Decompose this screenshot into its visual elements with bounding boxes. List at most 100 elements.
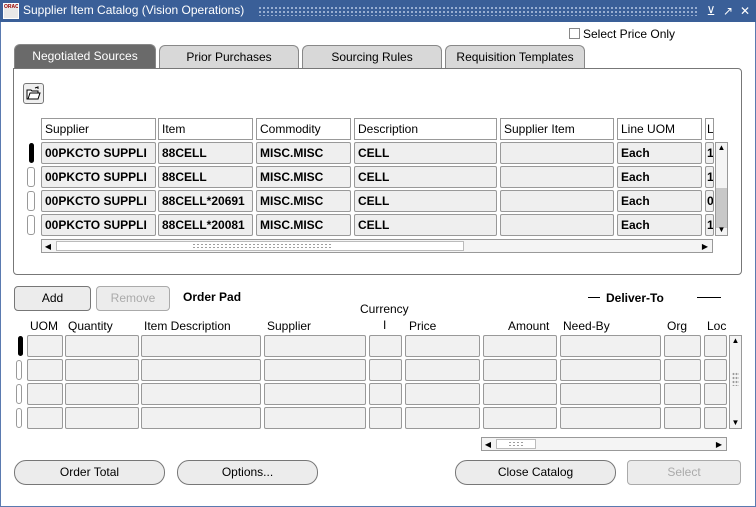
close-catalog-button[interactable]: Close Catalog — [455, 460, 616, 485]
cell-supplier-item[interactable] — [500, 214, 614, 236]
order-cell-currency[interactable] — [369, 335, 402, 357]
order-cell-currency[interactable] — [369, 383, 402, 405]
order-cell-quantity[interactable] — [65, 383, 139, 405]
order-cell-uom[interactable] — [27, 383, 63, 405]
scroll-left-icon[interactable]: ◀ — [483, 440, 493, 449]
order-cell-org[interactable] — [664, 359, 701, 381]
maximize-icon[interactable]: ↗ — [721, 4, 735, 18]
cell-line-uom[interactable]: Each — [617, 190, 702, 212]
sources-horizontal-scrollbar[interactable]: ◀ ▶ — [41, 239, 713, 253]
order-cell-quantity[interactable] — [65, 335, 139, 357]
cell-supplier-item[interactable] — [500, 190, 614, 212]
order-cell-quantity[interactable] — [65, 359, 139, 381]
row-selector[interactable] — [27, 215, 35, 235]
row-selector-current[interactable] — [18, 336, 23, 356]
order-cell-price[interactable] — [405, 359, 480, 381]
order-cell-price[interactable] — [405, 383, 480, 405]
cell-description[interactable]: CELL — [354, 190, 497, 212]
cell-item[interactable]: 88CELL*20081 — [158, 214, 253, 236]
order-cell-org[interactable] — [664, 383, 701, 405]
order-cell-amount[interactable] — [483, 407, 557, 429]
cell-l[interactable]: 1 — [705, 214, 714, 236]
cell-supplier[interactable]: 00PKCTO SUPPLI — [41, 166, 156, 188]
tab-negotiated-sources[interactable]: Negotiated Sources — [14, 44, 156, 68]
cell-line-uom[interactable]: Each — [617, 142, 702, 164]
col-header-commodity[interactable]: Commodity — [256, 118, 351, 140]
order-pad-horizontal-scrollbar[interactable]: ◀ ▶ — [481, 437, 727, 451]
row-selector[interactable] — [16, 408, 22, 428]
order-cell-loc[interactable] — [704, 335, 727, 357]
order-cell-supplier[interactable] — [264, 359, 366, 381]
order-cell-amount[interactable] — [483, 383, 557, 405]
cell-supplier-item[interactable] — [500, 142, 614, 164]
cell-commodity[interactable]: MISC.MISC — [256, 166, 351, 188]
order-cell-price[interactable] — [405, 407, 480, 429]
col-header-item[interactable]: Item — [158, 118, 253, 140]
col-header-supplier[interactable]: Supplier — [41, 118, 156, 140]
order-pad-vertical-scrollbar[interactable]: ▲ ▼ — [729, 335, 742, 429]
cell-supplier[interactable]: 00PKCTO SUPPLI — [41, 214, 156, 236]
col-header-supplier-item[interactable]: Supplier Item — [500, 118, 614, 140]
scroll-thumb[interactable] — [716, 188, 727, 228]
folder-button[interactable] — [23, 83, 44, 104]
order-cell-amount[interactable] — [483, 359, 557, 381]
order-cell-need-by[interactable] — [560, 383, 661, 405]
scroll-left-icon[interactable]: ◀ — [43, 242, 53, 251]
add-button[interactable]: Add — [14, 286, 91, 311]
order-cell-supplier[interactable] — [264, 383, 366, 405]
cell-line-uom[interactable]: Each — [617, 214, 702, 236]
cell-l[interactable]: 1 — [705, 166, 714, 188]
order-cell-currency[interactable] — [369, 359, 402, 381]
order-total-button[interactable]: Order Total — [14, 460, 165, 485]
cell-commodity[interactable]: MISC.MISC — [256, 190, 351, 212]
order-cell-loc[interactable] — [704, 407, 727, 429]
row-selector[interactable] — [27, 191, 35, 211]
order-cell-supplier[interactable] — [264, 335, 366, 357]
row-selector[interactable] — [16, 384, 22, 404]
cell-item[interactable]: 88CELL — [158, 166, 253, 188]
order-cell-need-by[interactable] — [560, 407, 661, 429]
order-cell-price[interactable] — [405, 335, 480, 357]
order-cell-item-description[interactable] — [141, 383, 261, 405]
order-cell-loc[interactable] — [704, 359, 727, 381]
cell-item[interactable]: 88CELL — [158, 142, 253, 164]
scroll-right-icon[interactable]: ▶ — [700, 242, 710, 251]
order-cell-uom[interactable] — [27, 359, 63, 381]
order-cell-loc[interactable] — [704, 383, 727, 405]
cell-supplier[interactable]: 00PKCTO SUPPLI — [41, 142, 156, 164]
col-header-description[interactable]: Description — [354, 118, 497, 140]
order-cell-uom[interactable] — [27, 407, 63, 429]
order-cell-amount[interactable] — [483, 335, 557, 357]
options-button[interactable]: Options... — [177, 460, 318, 485]
order-cell-item-description[interactable] — [141, 335, 261, 357]
select-button[interactable]: Select — [627, 460, 741, 485]
cell-l[interactable]: 0 — [705, 190, 714, 212]
cell-commodity[interactable]: MISC.MISC — [256, 142, 351, 164]
cell-l[interactable]: 1 — [705, 142, 714, 164]
sources-vertical-scrollbar[interactable]: ▲ ▼ — [715, 142, 728, 236]
row-selector[interactable] — [27, 167, 35, 187]
order-cell-org[interactable] — [664, 335, 701, 357]
cell-description[interactable]: CELL — [354, 166, 497, 188]
minimize-icon[interactable]: ⊻ — [704, 4, 718, 18]
order-cell-item-description[interactable] — [141, 407, 261, 429]
scroll-right-icon[interactable]: ▶ — [714, 440, 724, 449]
cell-commodity[interactable]: MISC.MISC — [256, 214, 351, 236]
cell-supplier-item[interactable] — [500, 166, 614, 188]
cell-item[interactable]: 88CELL*20691 — [158, 190, 253, 212]
row-selector-current[interactable] — [29, 143, 34, 163]
order-cell-currency[interactable] — [369, 407, 402, 429]
cell-description[interactable]: CELL — [354, 142, 497, 164]
cell-line-uom[interactable]: Each — [617, 166, 702, 188]
scroll-down-icon[interactable]: ▼ — [716, 225, 727, 234]
remove-button[interactable]: Remove — [96, 286, 170, 311]
col-header-l[interactable]: L — [705, 118, 714, 140]
order-cell-item-description[interactable] — [141, 359, 261, 381]
tab-requisition-templates[interactable]: Requisition Templates — [445, 45, 585, 68]
select-price-only-checkbox[interactable] — [569, 28, 580, 39]
order-cell-supplier[interactable] — [264, 407, 366, 429]
order-cell-org[interactable] — [664, 407, 701, 429]
close-icon[interactable]: ✕ — [738, 4, 752, 18]
tab-prior-purchases[interactable]: Prior Purchases — [159, 45, 299, 68]
scroll-up-icon[interactable]: ▲ — [716, 143, 727, 152]
